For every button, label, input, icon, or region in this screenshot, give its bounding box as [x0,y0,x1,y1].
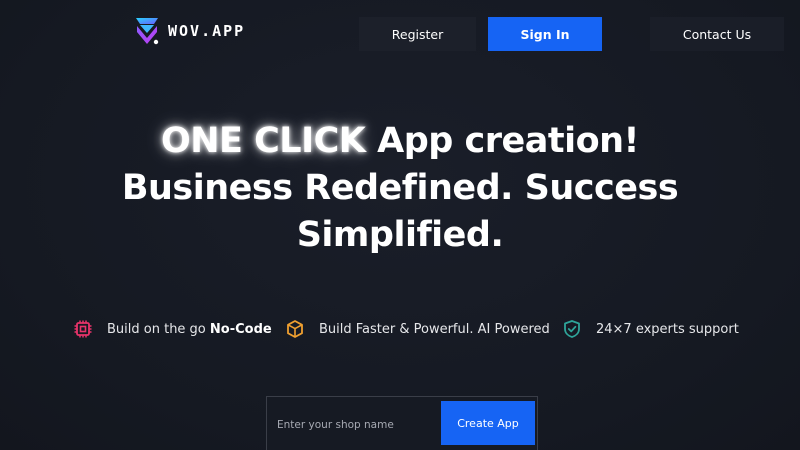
hero-highlight: ONE CLICK [160,121,366,161]
box-icon [285,319,305,339]
hero-line-3: Simplified. [296,215,504,255]
create-app-button[interactable]: Create App [441,401,535,445]
feature-ai-powered: Build Faster & Powerful. AI Powered [285,318,550,340]
logo-text: WOV.APP [168,22,246,40]
sign-in-button[interactable]: Sign In [488,17,602,51]
feature-ai-powered-text: Build Faster & Powerful. AI Powered [319,321,550,337]
register-button[interactable]: Register [359,17,476,51]
feature-no-code-text: Build on the go No-Code [107,321,272,337]
chip-icon [73,319,93,339]
hero-line-1: ONE CLICK App creation! [0,118,800,165]
feature-support: 24×7 experts support [562,318,739,340]
feature-list: Build on the go No-Code Build Faster & P… [0,318,800,340]
hero-line-1-rest: App creation! [365,121,640,161]
hero-line-2: Business Redefined. Success [121,168,679,208]
logo[interactable]: WOV.APP [134,16,245,46]
shield-check-icon [562,319,582,339]
hero-heading: ONE CLICK App creation! Business Redefin… [0,118,800,259]
landing-page: WOV.APP Register Sign In Contact Us ONE … [0,0,800,450]
shop-form: Create App [266,396,538,450]
logo-icon [134,16,160,46]
shop-name-input[interactable] [275,411,439,439]
contact-us-button[interactable]: Contact Us [650,17,784,51]
feature-no-code: Build on the go No-Code [73,318,272,340]
feature-support-text: 24×7 experts support [596,321,739,337]
